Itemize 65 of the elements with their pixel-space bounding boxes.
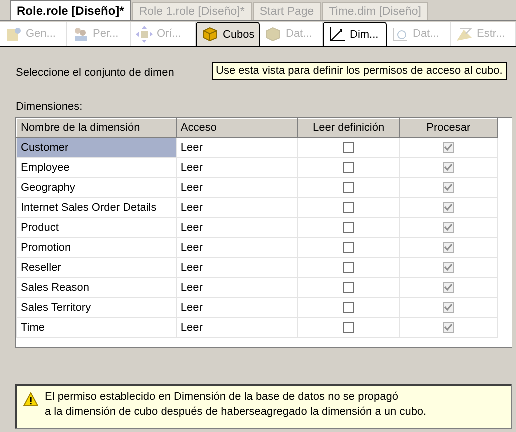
- checkbox[interactable]: [443, 162, 454, 174]
- table-cell[interactable]: Sales Territory: [16, 298, 176, 318]
- table-cell: Leer: [176, 278, 298, 298]
- warning-text: El permiso establecido en Dimensión de la base de datos no se propagó a la dimensión de cubo después de haberseagregado la dimensión a un cubo.: [45, 390, 427, 420]
- designer-tab[interactable]: Dim...: [323, 22, 387, 46]
- table-cell[interactable]: Promotion: [16, 238, 176, 258]
- tab-label: Dim...: [350, 28, 379, 40]
- tab-label: Estr...: [477, 28, 506, 40]
- table-cell: Leer: [176, 238, 298, 258]
- designer-tab[interactable]: Cubos: [196, 22, 260, 46]
- document-tab[interactable]: Role.role [Diseño]*: [10, 0, 132, 20]
- tab-label: Orí...: [157, 28, 182, 40]
- axes-icon: [329, 26, 346, 43]
- tab-label: Per...: [93, 28, 119, 40]
- table-cell: Leer: [176, 318, 298, 338]
- prompt-text: Seleccione el conjunto de dimen: [16, 67, 174, 79]
- table-cell[interactable]: Time: [16, 318, 176, 338]
- tab-label: Cubos: [223, 28, 255, 40]
- checkbox[interactable]: [343, 202, 354, 214]
- column-header[interactable]: Acceso: [176, 118, 298, 138]
- table-cell[interactable]: Sales Reason: [16, 278, 176, 298]
- checkbox[interactable]: [343, 242, 354, 254]
- table-cell: Leer: [176, 218, 298, 238]
- checkbox[interactable]: [443, 222, 454, 234]
- checkbox[interactable]: [343, 322, 354, 334]
- tab-label: Dat...: [286, 28, 312, 40]
- checkbox[interactable]: [443, 142, 454, 154]
- checkbox[interactable]: [443, 282, 454, 294]
- checkbox[interactable]: [443, 302, 454, 314]
- checkbox[interactable]: [443, 242, 454, 254]
- column-header[interactable]: Leer definición: [298, 118, 400, 138]
- datasource-icon: [136, 26, 153, 42]
- table-cell: Leer: [176, 158, 298, 178]
- table-cell[interactable]: Internet Sales Order Details: [16, 198, 176, 218]
- cube-icon: [202, 26, 219, 43]
- tab-label: Gen...: [26, 28, 56, 40]
- checkbox[interactable]: [343, 262, 354, 274]
- table-cell[interactable]: Geography: [16, 178, 176, 198]
- tab-label: Dat...: [413, 28, 440, 40]
- column-header[interactable]: Procesar: [400, 118, 498, 138]
- table-cell[interactable]: Reseller: [16, 258, 176, 278]
- checkbox[interactable]: [343, 222, 354, 234]
- checkbox[interactable]: [443, 262, 454, 274]
- checkbox[interactable]: [343, 282, 354, 294]
- users-icon: [72, 26, 89, 42]
- table-cell[interactable]: Product: [16, 218, 176, 238]
- table-cell: Leer: [176, 198, 298, 218]
- checkbox[interactable]: [343, 302, 354, 314]
- checkbox[interactable]: [343, 142, 354, 154]
- checkbox[interactable]: [443, 182, 454, 194]
- warning-icon: [23, 392, 39, 407]
- table-cell: Leer: [176, 178, 298, 198]
- checkbox[interactable]: [443, 322, 454, 334]
- column-header[interactable]: Nombre de la dimensión: [16, 118, 176, 138]
- table-cell: Leer: [176, 298, 298, 318]
- table-cell: Leer: [176, 258, 298, 278]
- checkbox[interactable]: [343, 162, 354, 174]
- checkbox[interactable]: [443, 202, 454, 214]
- grid-label: Dimensiones:: [16, 101, 84, 115]
- table-cell: Leer: [176, 138, 298, 158]
- checkbox[interactable]: [343, 182, 354, 194]
- table-cell[interactable]: Customer: [16, 138, 176, 158]
- table-cell[interactable]: Employee: [16, 158, 176, 178]
- tooltip: Use esta vista para definir los permisos de acceso al cubo.: [212, 62, 507, 80]
- cube-icon: [265, 26, 282, 42]
